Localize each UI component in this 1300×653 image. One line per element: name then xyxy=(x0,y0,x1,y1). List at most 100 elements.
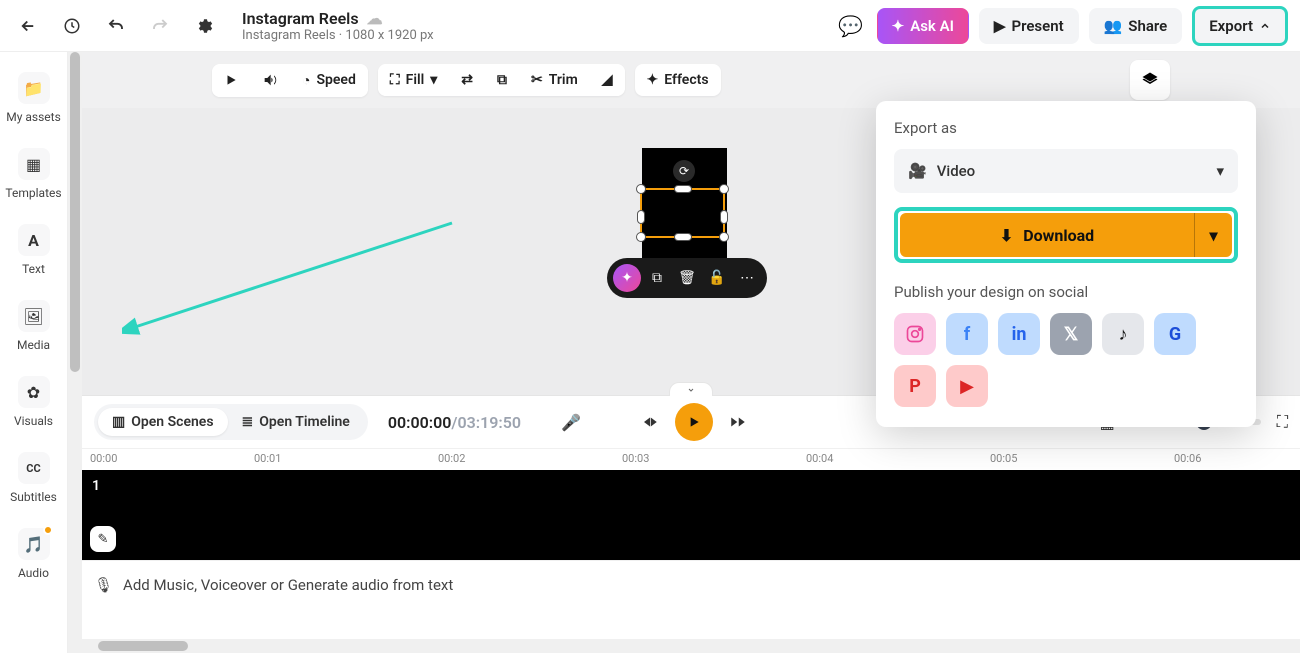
crop-button[interactable]: ⧉ xyxy=(485,64,519,96)
horizontal-scrollbar[interactable] xyxy=(82,639,1300,653)
resize-handle[interactable] xyxy=(636,184,646,194)
ask-ai-button[interactable]: ✦ Ask AI xyxy=(877,8,969,44)
linkedin-button[interactable]: in xyxy=(998,313,1040,355)
pinterest-button[interactable]: P xyxy=(894,365,936,407)
tiktok-button[interactable]: ♪ xyxy=(1102,313,1144,355)
speed-button[interactable]: ◔Speed xyxy=(290,64,368,97)
export-panel: Export as 🎥 Video ▾ ⬇ Download ▾ Publish… xyxy=(876,101,1256,427)
more-button[interactable]: ⋯ xyxy=(733,264,761,292)
delete-button[interactable]: 🗑 xyxy=(673,264,701,292)
present-button[interactable]: ▶ Present xyxy=(979,8,1079,44)
redo-button[interactable] xyxy=(144,10,176,42)
export-label: Export xyxy=(1209,17,1253,35)
chat-icon[interactable]: 💬 xyxy=(835,10,867,42)
ruler-tick: 00:04 xyxy=(806,452,833,465)
project-title[interactable]: Instagram Reels xyxy=(242,9,359,28)
duplicate-button[interactable]: ⧉ xyxy=(643,264,671,292)
topbar-left: Instagram Reels ☁ Instagram Reels · 1080… xyxy=(12,9,434,43)
volume-button[interactable] xyxy=(250,64,290,97)
scroll-thumb[interactable] xyxy=(70,52,80,372)
audio-icon: 🎵 xyxy=(18,528,50,560)
play-button-main[interactable] xyxy=(675,403,713,441)
back-button[interactable] xyxy=(12,10,44,42)
x-button[interactable]: 𝕏 xyxy=(1050,313,1092,355)
canvas[interactable]: ⟳ ✦ ⧉ 🗑 🔓 ⋯ Export as 🎥 V xyxy=(82,108,1300,395)
share-icon: 👥 xyxy=(1104,17,1123,35)
resize-handle[interactable] xyxy=(719,232,729,242)
youtube-button[interactable]: ▶ xyxy=(946,365,988,407)
rail-label: My assets xyxy=(6,110,61,124)
chevron-up-icon xyxy=(1259,20,1271,32)
edge-handle[interactable] xyxy=(637,210,645,224)
effects-label: Effects xyxy=(664,72,708,88)
fill-icon: ⛶ xyxy=(390,72,400,88)
download-caret[interactable]: ▾ xyxy=(1194,213,1232,257)
selection-box[interactable] xyxy=(640,188,725,238)
chevron-down-icon: ▾ xyxy=(1216,162,1224,180)
facebook-button[interactable]: f xyxy=(946,313,988,355)
rail-label: Subtitles xyxy=(10,490,57,504)
layers-button[interactable] xyxy=(1130,60,1170,100)
download-highlight: ⬇ Download ▾ xyxy=(894,207,1238,263)
open-scenes-tab[interactable]: ▥Open Scenes xyxy=(98,408,228,436)
edge-handle[interactable] xyxy=(674,233,692,241)
open-timeline-tab[interactable]: ≣Open Timeline xyxy=(228,408,364,436)
project-title-block: Instagram Reels ☁ Instagram Reels · 1080… xyxy=(242,9,434,43)
track-chip[interactable]: ✎ xyxy=(90,526,116,552)
ruler-tick: 00:06 xyxy=(1174,452,1201,465)
resize-handle[interactable] xyxy=(636,232,646,242)
trim-button[interactable]: ✂Trim xyxy=(519,64,590,96)
floating-toolbar: ✦ ⧉ 🗑 🔓 ⋯ xyxy=(607,258,767,298)
sparkle-icon: ✦ xyxy=(892,17,905,35)
rail-visuals[interactable]: ✿Visuals xyxy=(0,376,68,428)
play-button[interactable] xyxy=(212,64,250,97)
google-button[interactable]: G xyxy=(1154,313,1196,355)
export-button[interactable]: Export xyxy=(1192,6,1288,46)
collapse-timeline[interactable] xyxy=(669,382,713,396)
rail-audio[interactable]: 🎵Audio xyxy=(0,528,68,580)
history-icon[interactable] xyxy=(56,10,88,42)
edge-handle[interactable] xyxy=(674,185,692,193)
rail-subtitles[interactable]: CCSubtitles xyxy=(0,452,68,504)
rail-my-assets[interactable]: 📁My assets xyxy=(0,72,68,124)
effects-button[interactable]: ✦Effects xyxy=(635,64,721,96)
media-icon: 🖼 xyxy=(18,300,50,332)
rail-text[interactable]: AText xyxy=(0,224,68,276)
fullscreen-button[interactable]: ⛶ xyxy=(1277,412,1288,432)
download-button[interactable]: ⬇ Download ▾ xyxy=(900,213,1232,257)
share-button[interactable]: 👥 Share xyxy=(1089,8,1183,44)
video-icon: 🎥 xyxy=(908,162,927,180)
timeline-track[interactable]: 1 ✎ xyxy=(82,470,1300,560)
rail-media[interactable]: 🖼Media xyxy=(0,300,68,352)
templates-icon: ▦ xyxy=(18,148,50,180)
erase-button[interactable]: ◢ xyxy=(590,64,625,96)
current-time: 00:00:00 xyxy=(388,413,452,432)
download-main[interactable]: ⬇ Download xyxy=(900,213,1194,257)
ruler-tick: 00:02 xyxy=(438,452,465,465)
main: ◔Speed ⛶Fill▾ ⇄ ⧉ ✂Trim ◢ ✦Effects ⟳ xyxy=(68,52,1300,653)
mic-button[interactable]: 🎤 xyxy=(561,413,581,432)
fill-button[interactable]: ⛶Fill▾ xyxy=(378,64,449,96)
lock-button[interactable]: 🔓 xyxy=(703,264,731,292)
text-icon: A xyxy=(18,224,50,256)
undo-button[interactable] xyxy=(100,10,132,42)
vertical-scrollbar[interactable] xyxy=(68,52,82,653)
annotation-arrow xyxy=(122,218,462,338)
export-type-label: Video xyxy=(937,162,976,180)
instagram-button[interactable] xyxy=(894,313,936,355)
resize-handle[interactable] xyxy=(719,184,729,194)
forward-button[interactable] xyxy=(729,413,747,431)
settings-button[interactable] xyxy=(188,10,220,42)
rail-templates[interactable]: ▦Templates xyxy=(0,148,68,200)
rewind-button[interactable] xyxy=(641,413,659,431)
download-icon: ⬇ xyxy=(1000,226,1013,245)
refresh-icon[interactable]: ⟳ xyxy=(673,160,695,182)
flip-button[interactable]: ⇄ xyxy=(449,64,485,96)
timeline-ruler[interactable]: 00:00 00:01 00:02 00:03 00:04 00:05 00:0… xyxy=(82,448,1300,470)
export-type-select[interactable]: 🎥 Video ▾ xyxy=(894,149,1238,193)
timeline-icon: ≣ xyxy=(242,414,254,430)
ai-button[interactable]: ✦ xyxy=(613,264,641,292)
edge-handle[interactable] xyxy=(720,210,728,224)
add-audio-row[interactable]: 🎙 Add Music, Voiceover or Generate audio… xyxy=(82,560,1300,608)
hscroll-thumb[interactable] xyxy=(98,641,188,651)
